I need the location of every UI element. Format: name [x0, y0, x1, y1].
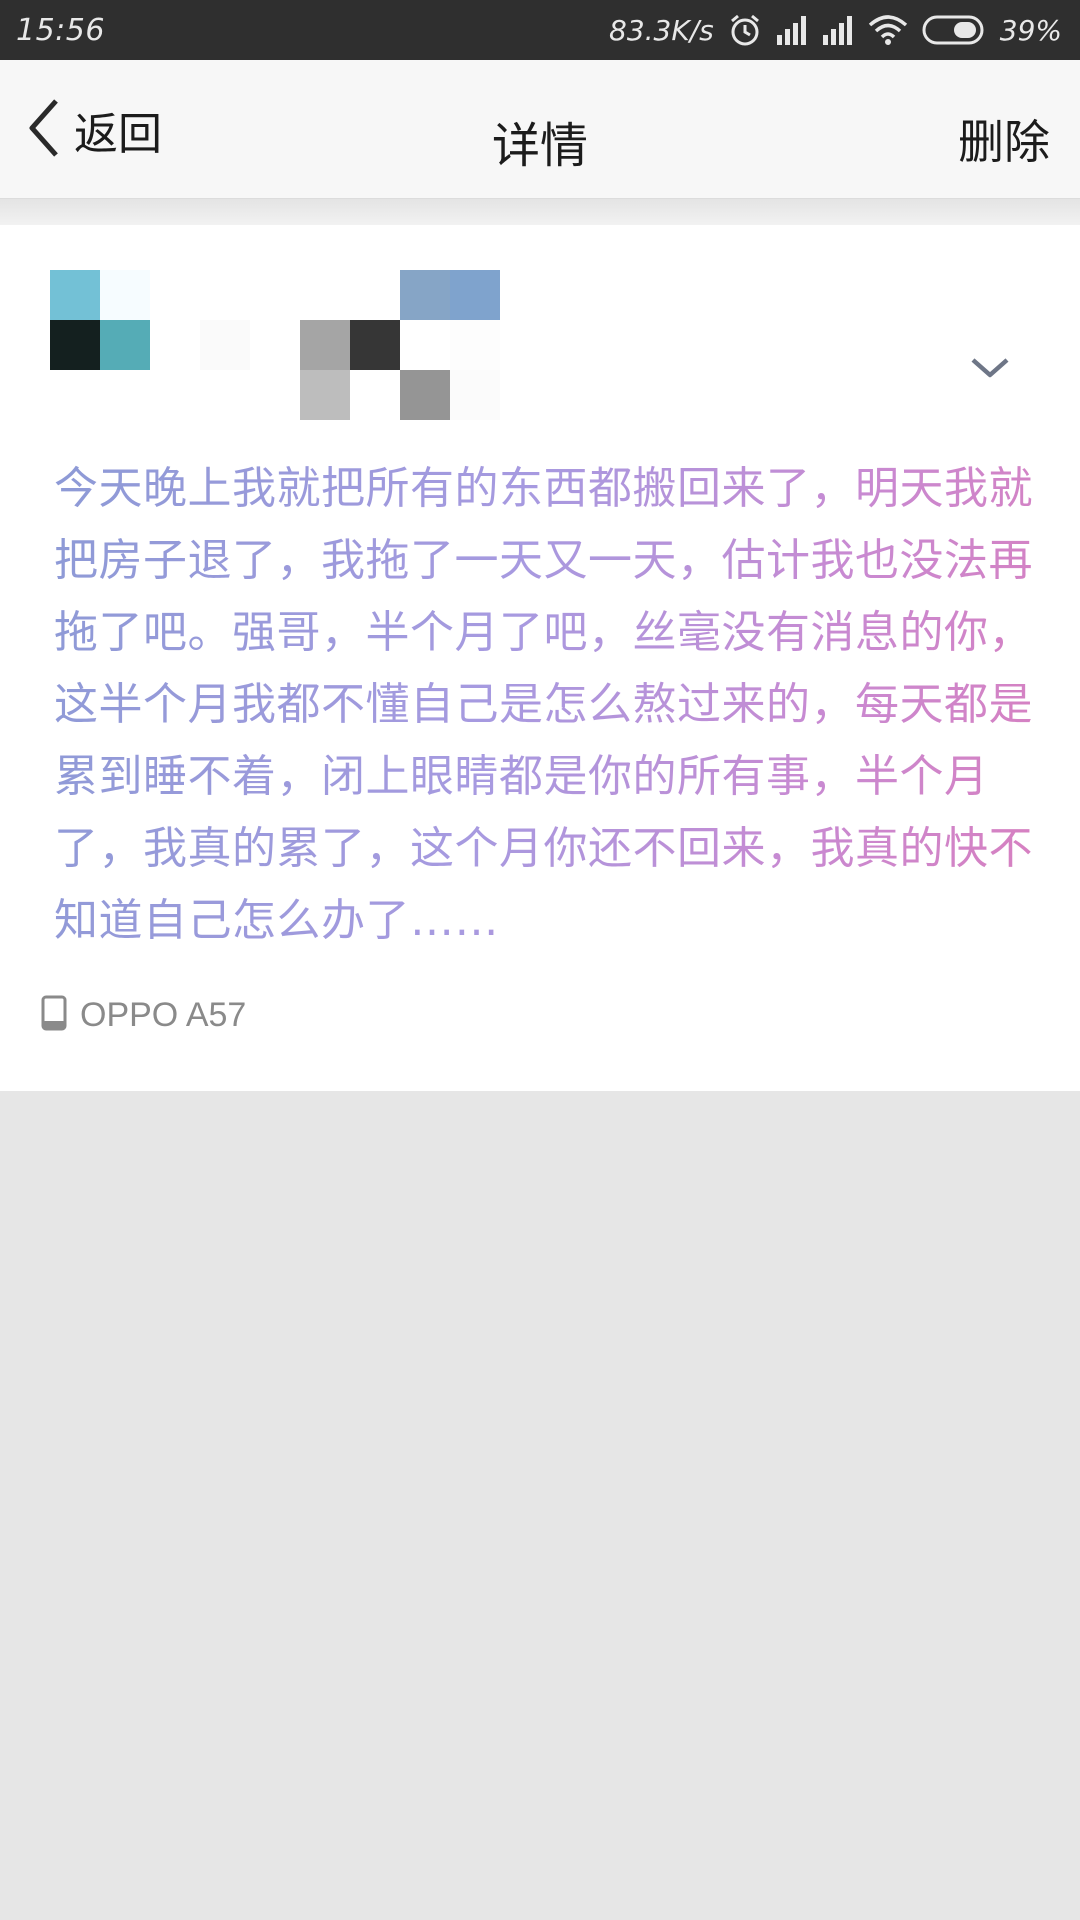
expand-toggle[interactable]	[965, 345, 1015, 395]
avatar-pixel	[100, 320, 150, 370]
avatar-pixel	[50, 320, 100, 370]
wifi-icon	[868, 15, 908, 45]
username-pixel	[300, 320, 350, 370]
username-pixel	[300, 370, 350, 420]
phone-icon	[40, 995, 68, 1035]
battery-icon	[922, 15, 986, 45]
post-card: 今天晚上我就把所有的东西都搬回来了，明天我就把房子退了，我拖了一天又一天，估计我…	[0, 225, 1080, 1091]
username-pixel	[300, 270, 350, 320]
username-pixel	[400, 270, 450, 320]
username-pixel	[350, 270, 400, 320]
alarm-icon	[728, 13, 762, 47]
device-info: OPPO A57	[40, 990, 246, 1040]
username-pixel	[400, 370, 450, 420]
delete-button[interactable]: 删除	[958, 106, 1050, 172]
username-pixel	[450, 270, 500, 320]
network-speed: 83.3K/s	[609, 13, 714, 47]
status-time: 15:56	[16, 12, 105, 48]
battery-percent: 39%	[999, 13, 1062, 47]
device-label: OPPO A57	[80, 995, 247, 1034]
avatar-pixel	[100, 270, 150, 320]
username-blurred	[300, 270, 500, 420]
username-pixel	[350, 370, 400, 420]
username-pixel	[350, 320, 400, 370]
avatar-pixel	[50, 270, 100, 320]
avatar[interactable]	[50, 270, 150, 370]
status-bar: 15:56 83.3K/s 39%	[0, 0, 1080, 60]
username-pixel	[450, 320, 500, 370]
header-shadow	[0, 199, 1080, 225]
username-pixel	[400, 320, 450, 370]
chevron-down-icon	[970, 356, 1010, 384]
post-text: 今天晚上我就把所有的东西都搬回来了，明天我就把房子退了，我拖了一天又一天，估计我…	[54, 453, 1044, 957]
nav-bar: 返回 详情 删除	[0, 60, 1080, 199]
page-title: 详情	[491, 118, 588, 174]
username-pixel	[450, 370, 500, 420]
status-indicators: 83.3K/s 39%	[609, 13, 1062, 47]
signal-icon	[822, 15, 854, 45]
signal-icon	[776, 15, 808, 45]
avatar-blur-fragment	[200, 320, 250, 370]
